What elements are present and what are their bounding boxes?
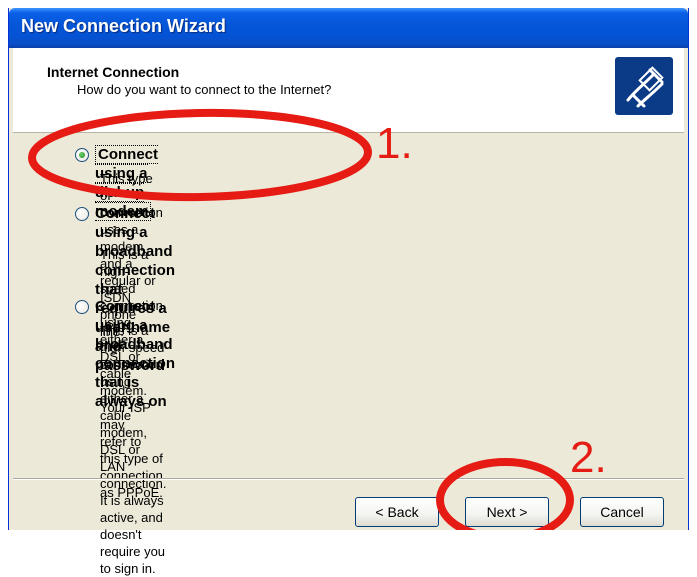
always-on-radio[interactable] [75,300,89,314]
header-title: Internet Connection [47,64,180,80]
title-bar[interactable]: New Connection Wizard [9,8,688,48]
cancel-button[interactable]: Cancel [580,497,664,527]
pppoe-radio[interactable] [75,207,89,221]
wizard-header: Internet Connection How do you want to c… [13,48,684,133]
next-button[interactable]: Next > [465,497,549,527]
window-title: New Connection Wizard [21,16,226,36]
header-subtitle: How do you want to connect to the Intern… [77,82,332,97]
always-on-description: This is a high-speed connection using ei… [100,323,167,576]
annotation-step-2: 2. [570,433,607,482]
back-button[interactable]: < Back [355,497,439,527]
annotation-step-1: 1. [376,119,413,168]
network-cable-icon [614,56,674,116]
dialup-radio[interactable] [75,148,89,162]
